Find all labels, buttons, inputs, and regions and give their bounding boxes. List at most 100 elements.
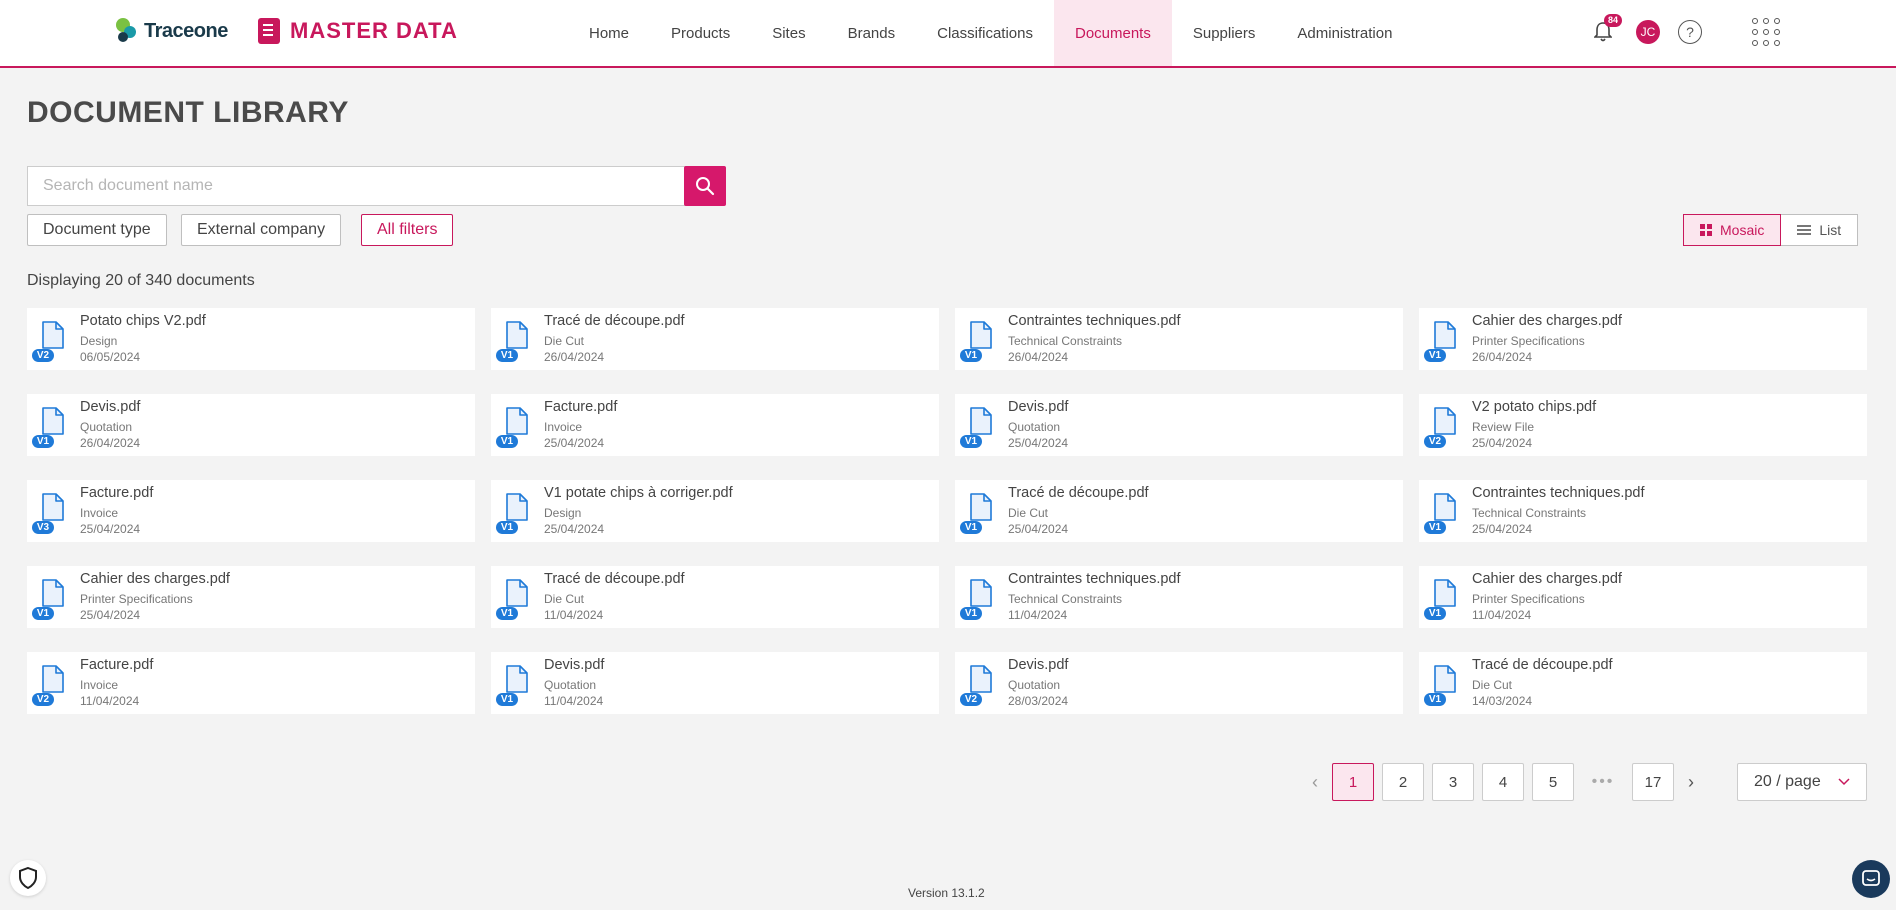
file-icon [1434, 321, 1456, 349]
version-badge: V1 [1424, 521, 1446, 534]
document-date: 25/04/2024 [1008, 436, 1069, 450]
mosaic-icon [1700, 224, 1712, 236]
page-5-button[interactable]: 5 [1532, 763, 1574, 801]
user-avatar[interactable]: JC [1636, 20, 1660, 44]
version-badge: V1 [496, 607, 518, 620]
next-page-button[interactable]: › [1678, 763, 1704, 801]
page-2-button[interactable]: 2 [1382, 763, 1424, 801]
document-card[interactable]: V1 Facture.pdf Invoice 25/04/2024 [491, 394, 939, 456]
document-date: 25/04/2024 [80, 608, 141, 622]
document-name: Contraintes techniques.pdf [1008, 571, 1181, 587]
document-date: 28/03/2024 [1008, 694, 1069, 708]
nav-classifications[interactable]: Classifications [916, 0, 1054, 66]
search-input[interactable] [27, 166, 686, 206]
all-filters-button[interactable]: All filters [361, 214, 454, 246]
file-icon [970, 407, 992, 435]
notifications-button[interactable]: 84 [1588, 14, 1622, 50]
document-card[interactable]: V1 Contraintes techniques.pdf Technical … [955, 566, 1403, 628]
document-date: 26/04/2024 [80, 436, 141, 450]
document-card[interactable]: V1 Tracé de découpe.pdf Die Cut 26/04/20… [491, 308, 939, 370]
mosaic-view-button[interactable]: Mosaic [1683, 214, 1782, 246]
file-icon [1434, 665, 1456, 693]
help-icon[interactable]: ? [1678, 20, 1702, 44]
document-type: Die Cut [1008, 506, 1049, 520]
document-name: Cahier des charges.pdf [1472, 571, 1622, 587]
nav-documents[interactable]: Documents [1053, 0, 1172, 66]
list-view-button[interactable]: List [1781, 214, 1859, 246]
prev-page-button[interactable]: ‹ [1302, 763, 1328, 801]
document-name: Cahier des charges.pdf [80, 571, 230, 587]
document-type: Design [80, 334, 118, 348]
version-badge: V2 [1424, 435, 1446, 448]
document-date: 11/04/2024 [544, 608, 604, 622]
nav-suppliers[interactable]: Suppliers [1172, 0, 1277, 66]
document-name: Tracé de découpe.pdf [1472, 657, 1613, 673]
document-type-filter[interactable]: Document type [27, 214, 167, 246]
chat-button[interactable] [1852, 860, 1890, 898]
nav-administration[interactable]: Administration [1276, 0, 1413, 66]
document-card[interactable]: V1 Contraintes techniques.pdf Technical … [955, 308, 1403, 370]
nav-products[interactable]: Products [650, 0, 751, 66]
document-type: Quotation [80, 420, 133, 434]
document-card[interactable]: V1 Tracé de découpe.pdf Die Cut 14/03/20… [1419, 652, 1867, 714]
page-4-button[interactable]: 4 [1482, 763, 1524, 801]
document-date: 26/04/2024 [1472, 350, 1533, 364]
document-type: Technical Constraints [1472, 506, 1587, 520]
header-actions: 84 JC ? [1588, 14, 1780, 50]
document-card[interactable]: V1 Devis.pdf Quotation 25/04/2024 [955, 394, 1403, 456]
file-icon [1434, 407, 1456, 435]
document-name: V1 potate chips à corriger.pdf [544, 485, 733, 501]
view-toggle: Mosaic List [1683, 214, 1859, 246]
app-version: Version 13.1.2 [908, 886, 985, 900]
document-card[interactable]: V1 V1 potate chips à corriger.pdf Design… [491, 480, 939, 542]
pagination: ‹ 1 2 3 4 5 ••• 17 › [1302, 763, 1704, 801]
document-card[interactable]: V2 Devis.pdf Quotation 28/03/2024 [955, 652, 1403, 714]
traceone-logo-mark [116, 16, 142, 46]
list-label: List [1819, 222, 1842, 238]
document-card[interactable]: V1 Contraintes techniques.pdf Technical … [1419, 480, 1867, 542]
document-card[interactable]: V1 Cahier des charges.pdf Printer Specif… [1419, 308, 1867, 370]
document-card[interactable]: V3 Facture.pdf Invoice 25/04/2024 [27, 480, 475, 542]
document-card[interactable]: V2 V2 potato chips.pdf Review File 25/04… [1419, 394, 1867, 456]
nav-home[interactable]: Home [568, 0, 650, 66]
page-3-button[interactable]: 3 [1432, 763, 1474, 801]
document-card[interactable]: V1 Devis.pdf Quotation 11/04/2024 [491, 652, 939, 714]
document-name: Potato chips V2.pdf [80, 313, 206, 329]
document-type: Technical Constraints [1008, 592, 1123, 606]
document-name: Contraintes techniques.pdf [1472, 485, 1645, 501]
nav-sites[interactable]: Sites [751, 0, 826, 66]
document-type: Invoice [80, 506, 119, 520]
nav-brands[interactable]: Brands [827, 0, 917, 66]
page-1-button[interactable]: 1 [1332, 763, 1374, 801]
document-card[interactable]: V1 Devis.pdf Quotation 26/04/2024 [27, 394, 475, 456]
document-name: Devis.pdf [1008, 657, 1069, 673]
privacy-shield-button[interactable] [10, 860, 46, 896]
document-name: Devis.pdf [544, 657, 605, 673]
search-button[interactable] [684, 166, 726, 206]
document-card[interactable]: V2 Facture.pdf Invoice 11/04/2024 [27, 652, 475, 714]
version-badge: V1 [496, 435, 518, 448]
document-type: Printer Specifications [80, 592, 193, 606]
traceone-logo[interactable]: Traceone [116, 16, 228, 46]
file-icon [42, 493, 64, 521]
app-title-text: MASTER DATA [290, 18, 458, 43]
pagination-ellipsis[interactable]: ••• [1582, 773, 1624, 791]
document-card[interactable]: V2 Potato chips V2.pdf Design 06/05/2024 [27, 308, 475, 370]
file-icon [42, 579, 64, 607]
document-card[interactable]: V1 Tracé de découpe.pdf Die Cut 11/04/20… [491, 566, 939, 628]
page-size-select[interactable]: 20 / page [1737, 763, 1867, 801]
document-card[interactable]: V1 Cahier des charges.pdf Printer Specif… [1419, 566, 1867, 628]
external-company-filter[interactable]: External company [181, 214, 342, 246]
page-last-button[interactable]: 17 [1632, 763, 1674, 801]
document-date: 14/03/2024 [1472, 694, 1533, 708]
version-badge: V1 [1424, 607, 1446, 620]
document-card[interactable]: V1 Tracé de découpe.pdf Die Cut 25/04/20… [955, 480, 1403, 542]
document-type: Quotation [1008, 678, 1061, 692]
file-icon [42, 407, 64, 435]
file-icon [506, 321, 528, 349]
document-card[interactable]: V1 Cahier des charges.pdf Printer Specif… [27, 566, 475, 628]
app-grid-icon[interactable] [1752, 18, 1780, 46]
chevron-down-icon [1838, 778, 1850, 786]
top-navigation-bar: Traceone MASTER DATA Home Products Sites… [0, 0, 1896, 68]
document-type: Review File [1472, 420, 1535, 434]
